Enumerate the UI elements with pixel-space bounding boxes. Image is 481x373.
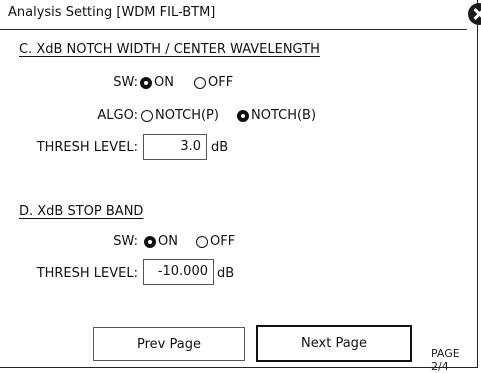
- section-d-sw-on-label: ON: [158, 234, 178, 249]
- title-bar: Analysis Setting [WDM FIL-BTM]: [0, 0, 467, 30]
- section-c-sw-label: SW:: [113, 75, 138, 90]
- radio-unselected-icon: [141, 109, 153, 122]
- radio-unselected-icon: [194, 76, 206, 89]
- section-d-thresh-unit: dB: [217, 266, 235, 281]
- radio-unselected-icon: [196, 235, 208, 248]
- section-d-sw-on-radio[interactable]: ON: [144, 234, 178, 249]
- section-d-title: D. XdB STOP BAND: [19, 204, 144, 219]
- dialog-title: Analysis Setting [WDM FIL-BTM]: [8, 5, 216, 20]
- section-d-thresh-label: THRESH LEVEL:: [36, 266, 138, 281]
- section-c-title: C. XdB NOTCH WIDTH / CENTER WAVELENGTH: [19, 42, 320, 57]
- radio-selected-icon: [237, 109, 249, 122]
- section-c-sw-on-radio[interactable]: ON: [140, 75, 174, 90]
- section-c-algo-notch-b-label: NOTCH(B): [251, 108, 317, 123]
- section-c-sw-off-radio[interactable]: OFF: [194, 75, 233, 90]
- prev-page-button[interactable]: Prev Page: [93, 327, 245, 361]
- radio-selected-icon: [144, 235, 156, 248]
- close-icon[interactable]: [468, 3, 481, 25]
- radio-selected-icon: [140, 76, 152, 89]
- section-d-sw-off-label: OFF: [210, 234, 236, 249]
- section-c-thresh-unit: dB: [211, 140, 229, 155]
- analysis-setting-dialog: Analysis Setting [WDM FIL-BTM] C. XdB NO…: [0, 0, 481, 373]
- section-c-algo-notch-p-radio[interactable]: NOTCH(P): [141, 108, 219, 123]
- section-c-thresh-input[interactable]: 3.0: [143, 134, 207, 160]
- section-c-algo-label: ALGO:: [97, 108, 138, 123]
- section-d-thresh-input[interactable]: -10.000: [143, 259, 214, 285]
- section-c-sw-on-label: ON: [154, 75, 174, 90]
- section-d-sw-off-radio[interactable]: OFF: [196, 234, 235, 249]
- section-d-sw-label: SW:: [113, 234, 138, 249]
- section-c-algo-notch-b-radio[interactable]: NOTCH(B): [237, 108, 316, 123]
- section-c-sw-off-label: OFF: [208, 75, 234, 90]
- page-indicator: PAGE 2/4: [431, 347, 460, 373]
- section-c-thresh-label: THRESH LEVEL:: [36, 140, 138, 155]
- section-c-algo-notch-p-label: NOTCH(P): [155, 108, 219, 123]
- next-page-button[interactable]: Next Page: [256, 325, 412, 362]
